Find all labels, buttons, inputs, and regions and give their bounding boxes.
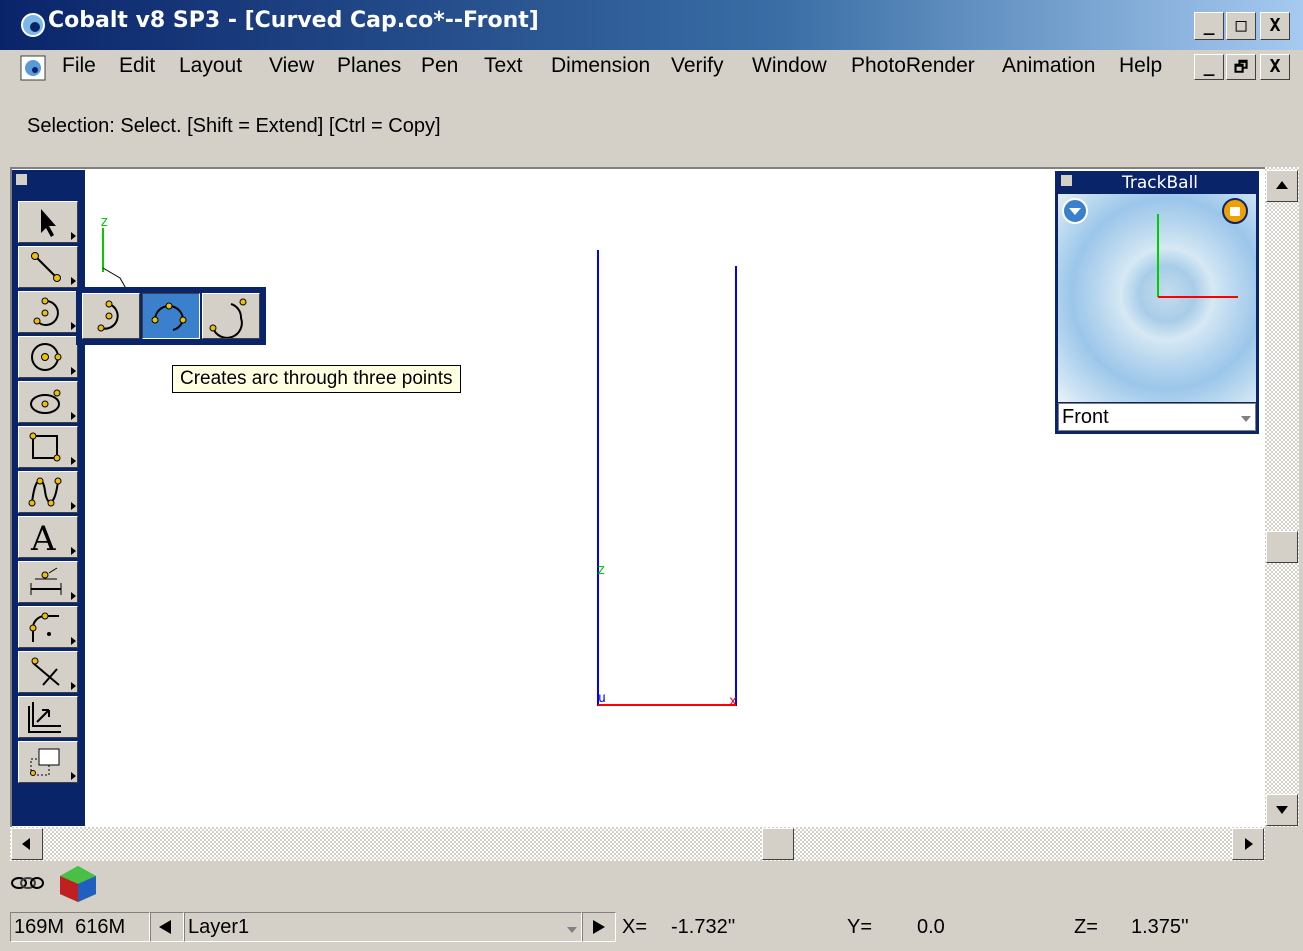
arc-center-icon [97, 300, 119, 332]
horizontal-scroll-thumb[interactable] [762, 828, 794, 860]
layer-value: Layer1 [188, 916, 250, 938]
chevron-down-icon [1241, 416, 1251, 422]
transform-icon [30, 748, 60, 776]
circle-icon [31, 343, 62, 371]
dimension-tool-button[interactable] [18, 561, 78, 603]
trim-icon [31, 657, 60, 686]
left-arrow-icon [22, 838, 30, 850]
arc-icon [33, 297, 59, 326]
up-arrow-icon [1276, 181, 1288, 189]
axis-z-label: z [597, 562, 605, 578]
text-tool-button[interactable]: A [18, 516, 78, 558]
arc-center-button[interactable] [82, 293, 140, 339]
right-arrow-icon [1245, 838, 1253, 850]
layer-next-button[interactable] [582, 912, 616, 942]
scroll-right-button[interactable] [1232, 828, 1264, 860]
select-tool-button[interactable] [18, 201, 78, 243]
toolbar-grip[interactable] [16, 174, 27, 185]
arc-three-points-icon [151, 302, 187, 331]
chain-link-icon[interactable] [10, 868, 44, 903]
trackball-dropdown-icon[interactable] [1061, 197, 1089, 230]
circle-tool-button[interactable] [18, 336, 78, 378]
ellipse-icon [30, 389, 61, 414]
z-coordinate-value: 1.375'' [1131, 916, 1189, 938]
line-icon [31, 252, 61, 282]
scroll-left-button[interactable] [11, 828, 43, 860]
axis-u-label: u [598, 691, 606, 706]
arc-tool-button[interactable] [18, 291, 78, 333]
mini-axis-z-label: z [100, 214, 108, 230]
left-triangle-icon [159, 920, 171, 934]
trackball-view-value: Front [1062, 406, 1109, 428]
scroll-down-button[interactable] [1266, 794, 1298, 826]
trackball-title: TrackBall [1122, 173, 1199, 193]
arc-three-points-button[interactable] [142, 293, 200, 339]
chevron-down-icon [567, 927, 577, 933]
canvas-geometry: z z u x [100, 214, 737, 709]
ellipse-tool-button[interactable] [18, 381, 78, 423]
memory-used: 169M [14, 916, 65, 938]
trackball-lock-icon[interactable] [1221, 197, 1249, 230]
fillet-icon [29, 612, 59, 642]
x-coordinate-label: X= [622, 916, 648, 938]
memory-total: 616M [75, 916, 126, 938]
x-coordinate-value: -1.732'' [671, 916, 736, 938]
trackball-view-select[interactable]: Front [1058, 403, 1256, 431]
arc-tangent-icon [209, 298, 247, 339]
y-coordinate-value: 0.0 [917, 916, 945, 938]
extend-icon [28, 702, 61, 733]
axis-x-label: x [729, 694, 737, 709]
text-icon: A [30, 520, 56, 554]
horizontal-scrollbar[interactable] [10, 827, 1265, 861]
y-coordinate-label: Y= [847, 916, 873, 938]
arc-tangent-button[interactable] [202, 293, 260, 339]
layer-select[interactable]: Layer1 [184, 912, 582, 942]
trim-tool-button[interactable] [18, 651, 78, 693]
arc-flyout [76, 287, 266, 345]
rectangle-tool-button[interactable] [18, 426, 78, 468]
right-triangle-icon [593, 920, 605, 934]
rectangle-icon [29, 432, 61, 462]
spline-tool-button[interactable] [18, 471, 78, 513]
drawing-toolbar: A [12, 170, 85, 826]
trackball-grip[interactable] [1061, 175, 1072, 186]
fillet-tool-button[interactable] [18, 606, 78, 648]
z-coordinate-label: Z= [1074, 916, 1098, 938]
extend-tool-button[interactable] [18, 696, 78, 738]
tooltip: Creates arc through three points [172, 365, 461, 393]
scroll-up-button[interactable] [1266, 170, 1298, 202]
line-tool-button[interactable] [18, 246, 78, 288]
vertical-scroll-thumb[interactable] [1266, 531, 1298, 563]
layer-prev-button[interactable] [150, 912, 184, 942]
svg-text:A: A [30, 520, 56, 554]
spline-icon [28, 477, 62, 507]
transform-tool-button[interactable] [18, 741, 78, 783]
select-arrow-icon [41, 209, 56, 237]
axis-triad-icon[interactable] [56, 862, 102, 909]
vertical-scrollbar[interactable] [1265, 167, 1299, 827]
dimension-icon [30, 567, 62, 595]
memory-indicator: 169M 616M [10, 912, 150, 942]
down-arrow-icon [1276, 806, 1288, 814]
